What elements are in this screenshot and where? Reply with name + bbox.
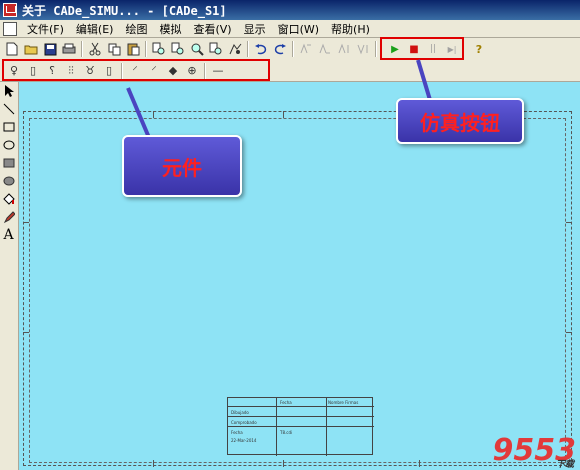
toolbar-separator: [292, 41, 294, 57]
title-block: Fecha Nombre Firmas Dibujado Comprobado …: [227, 397, 374, 456]
rotate-right-icon[interactable]: [355, 41, 371, 57]
date-value: 22-Mar-2014: [231, 438, 257, 443]
save-icon[interactable]: [42, 41, 58, 57]
menu-display[interactable]: 显示: [238, 21, 272, 37]
border-tick: [153, 111, 154, 118]
line-tool-icon[interactable]: [0, 100, 17, 118]
zoom-out-icon[interactable]: [170, 41, 186, 57]
watermark-sub: 下载: [555, 460, 574, 470]
title-block-line: [228, 406, 374, 407]
components-callout: 元件: [122, 135, 242, 197]
select-arrow-icon[interactable]: [0, 82, 17, 100]
paste-icon[interactable]: [125, 41, 141, 57]
help-icon[interactable]: ?: [471, 41, 487, 57]
menu-file[interactable]: 文件(F): [21, 21, 70, 37]
menu-window[interactable]: 窗口(W): [272, 21, 325, 37]
print-icon[interactable]: [61, 41, 77, 57]
border-tick: [153, 460, 154, 467]
drawing-toolbar: A: [0, 82, 19, 470]
border-tick: [23, 222, 29, 223]
menu-draw[interactable]: 绘图: [119, 21, 153, 37]
menu-view[interactable]: 查看(V): [187, 21, 237, 37]
copy-icon[interactable]: [106, 41, 122, 57]
border-tick: [283, 460, 284, 467]
filled-ellipse-icon[interactable]: [0, 172, 17, 190]
title-block-line: [228, 416, 374, 417]
simulation-highlight: [380, 37, 464, 60]
border-tick: [566, 332, 572, 333]
toolbar-separator: [247, 41, 249, 57]
menu-edit[interactable]: 编辑(E): [70, 21, 120, 37]
border-tick: [23, 332, 29, 333]
toolbar-separator: [145, 41, 147, 57]
open-folder-icon[interactable]: [23, 41, 39, 57]
border-tick: [566, 222, 572, 223]
toolbar-separator: [375, 41, 377, 57]
zoom-window-icon[interactable]: [189, 41, 205, 57]
menu-help[interactable]: 帮助(H): [325, 21, 376, 37]
watermark: 9553 下载: [493, 433, 577, 470]
rotate-left-icon[interactable]: [336, 41, 352, 57]
flip-v-icon[interactable]: [317, 41, 333, 57]
new-file-icon[interactable]: [4, 41, 20, 57]
title-bar: 关于 CADe_SIMU... - [CADe_S1]: [0, 0, 580, 20]
file-value: T8.cdi: [280, 430, 293, 435]
document-icon[interactable]: [3, 21, 17, 36]
filled-rectangle-icon[interactable]: [0, 154, 17, 172]
zoom-in-icon[interactable]: [151, 41, 167, 57]
border-tick: [419, 460, 420, 467]
comprobado-label: Comprobado: [231, 420, 257, 425]
main-toolbar: ▶ ■ || ▶| ?: [0, 38, 580, 60]
dibujado-label: Dibujado: [231, 410, 249, 415]
menu-simulate[interactable]: 模拟: [153, 21, 187, 37]
toolbar-separator: [81, 41, 83, 57]
title-block-line: [326, 398, 327, 456]
zoom-prev-icon[interactable]: [227, 41, 243, 57]
undo-icon[interactable]: [253, 41, 269, 57]
components-highlight: [2, 59, 270, 81]
border-tick: [283, 111, 284, 118]
pen-tool-icon[interactable]: [0, 208, 17, 226]
window-title: 关于 CADe_SIMU... - [CADe_S1]: [22, 3, 227, 18]
menu-bar: 文件(F) 编辑(E) 绘图 模拟 查看(V) 显示 窗口(W) 帮助(H): [0, 20, 580, 38]
title-block-line: [276, 398, 277, 456]
nombre-header: Nombre Firmas: [328, 400, 359, 405]
app-window: 关于 CADe_SIMU... - [CADe_S1] 文件(F) 编辑(E) …: [0, 0, 580, 470]
fill-bucket-icon[interactable]: [0, 190, 17, 208]
rectangle-tool-icon[interactable]: [0, 118, 17, 136]
title-block-line: [228, 426, 374, 427]
app-icon: [3, 3, 17, 17]
text-tool-icon[interactable]: A: [0, 226, 17, 244]
ellipse-tool-icon[interactable]: [0, 136, 17, 154]
flip-h-icon[interactable]: [298, 41, 314, 57]
fecha-header: Fecha: [280, 400, 292, 405]
simulation-callout: 仿真按钮: [396, 98, 524, 144]
redo-icon[interactable]: [272, 41, 288, 57]
fecha-label: Fecha: [231, 430, 243, 435]
zoom-all-icon[interactable]: [208, 41, 224, 57]
cut-icon[interactable]: [87, 41, 103, 57]
